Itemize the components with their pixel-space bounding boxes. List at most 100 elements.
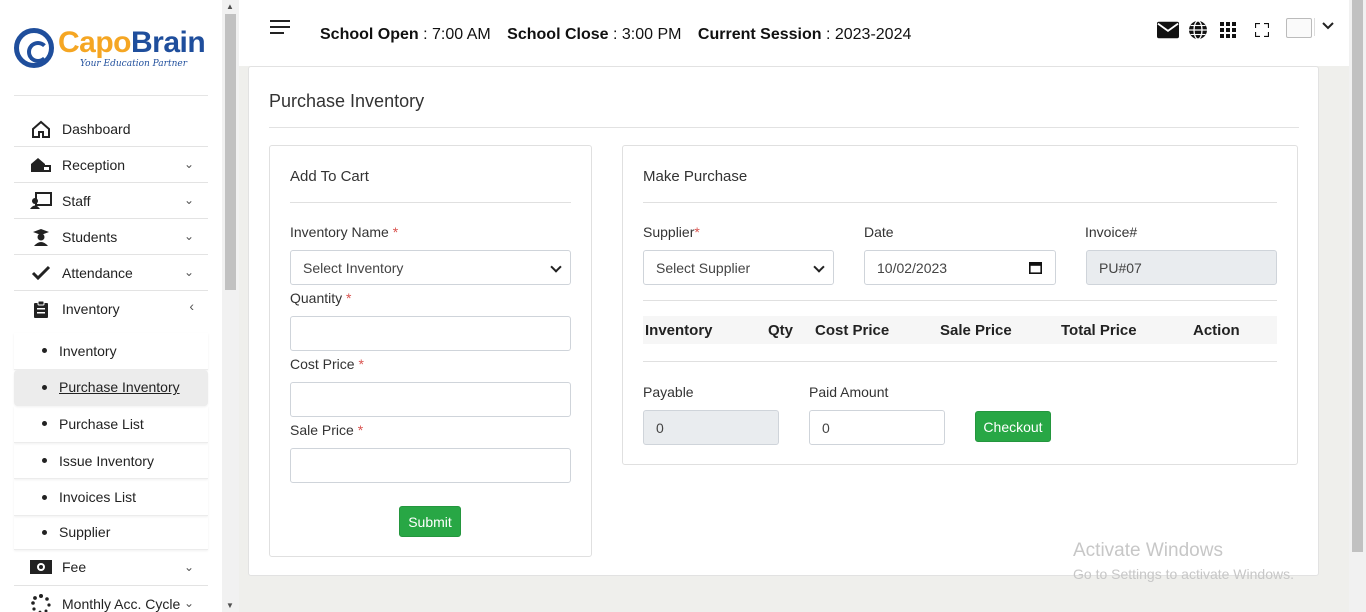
supplier-select[interactable]: Select Supplier bbox=[643, 250, 834, 285]
sale-price-label: Sale Price * bbox=[290, 422, 363, 438]
submenu-label: Purchase Inventory bbox=[59, 379, 180, 396]
label-text: Inventory Name bbox=[290, 224, 389, 240]
required-mark: * bbox=[346, 290, 352, 306]
logo-text-brain: Brain bbox=[131, 26, 206, 59]
sidebar-item-fee[interactable]: Fee ⌄ bbox=[14, 550, 208, 586]
sidebar-item-reception[interactable]: Reception ⌄ bbox=[14, 147, 208, 183]
invoice-label: Invoice# bbox=[1085, 224, 1138, 240]
logo-text-capo: Capo bbox=[58, 26, 132, 59]
bullet bbox=[42, 529, 47, 535]
checkout-button[interactable]: Checkout bbox=[975, 411, 1051, 442]
submenu-label: Issue Inventory bbox=[59, 452, 154, 469]
sidebar-item-label: Staff bbox=[62, 192, 91, 209]
scrollbar-thumb[interactable] bbox=[225, 14, 236, 290]
bullet bbox=[42, 494, 47, 500]
submenu-label: Invoices List bbox=[59, 489, 137, 506]
sidebar-item-dashboard[interactable]: Dashboard bbox=[14, 111, 208, 147]
label-text: Supplier bbox=[643, 224, 695, 240]
staff-icon bbox=[30, 191, 52, 210]
school-info: School Open : 7:00 AM School Close : 3:0… bbox=[320, 26, 911, 44]
scroll-up-arrow-icon[interactable]: ▲ bbox=[226, 2, 234, 11]
cost-price-label: Cost Price * bbox=[290, 356, 364, 372]
invoice-input[interactable]: PU#07 bbox=[1086, 250, 1277, 285]
sidebar-scrollbar[interactable]: ▲ ▼ bbox=[222, 0, 239, 612]
column-header: Qty bbox=[768, 321, 794, 339]
submenu-label: Supplier bbox=[59, 524, 111, 541]
clipboard-icon bbox=[30, 300, 52, 318]
chevron-down-icon[interactable] bbox=[1322, 18, 1334, 34]
top-bar: School Open : 7:00 AM School Close : 3:0… bbox=[239, 0, 1349, 66]
sidebar: CapoBrain Your Education Partner Dashboa… bbox=[0, 0, 222, 612]
chevron-down-icon: ⌄ bbox=[183, 157, 194, 171]
select-value: Select Supplier bbox=[656, 259, 751, 276]
cost-price-input[interactable] bbox=[290, 382, 571, 417]
column-header: Sale Price bbox=[940, 321, 1012, 339]
paid-amount-input[interactable]: 0 bbox=[809, 410, 945, 445]
submenu-invoices-list[interactable]: Invoices List bbox=[14, 479, 208, 516]
check-icon bbox=[30, 264, 52, 282]
money-icon bbox=[30, 558, 52, 576]
sidebar-item-attendance[interactable]: Attendance ⌄ bbox=[14, 255, 208, 291]
chevron-down-icon: ⌄ bbox=[183, 193, 194, 207]
scrollbar-thumb[interactable] bbox=[1352, 0, 1363, 552]
apps-grid-icon[interactable] bbox=[1217, 20, 1239, 40]
submenu-purchase-list[interactable]: Purchase List bbox=[14, 406, 208, 443]
submit-button[interactable]: Submit bbox=[399, 506, 461, 537]
paid-amount-label: Paid Amount bbox=[809, 384, 889, 400]
submenu-inventory[interactable]: Inventory bbox=[14, 333, 208, 370]
activate-windows-title: Activate Windows bbox=[1073, 540, 1223, 561]
inventory-name-label: Inventory Name * bbox=[290, 224, 398, 240]
quantity-input[interactable] bbox=[290, 316, 571, 351]
session-label: Current Session bbox=[697, 26, 822, 43]
sidebar-item-students[interactable]: Students ⌄ bbox=[14, 219, 208, 255]
panel-title: Add To Cart bbox=[290, 168, 369, 185]
sidebar-item-staff[interactable]: Staff ⌄ bbox=[14, 183, 208, 219]
required-mark: * bbox=[358, 356, 364, 372]
date-input[interactable]: 10/02/2023 bbox=[864, 250, 1056, 285]
cart-table-header: Inventory Qty Cost Price Sale Price Tota… bbox=[643, 316, 1277, 344]
label-text: Quantity bbox=[290, 290, 343, 306]
user-avatar[interactable] bbox=[1286, 18, 1312, 38]
submenu-supplier[interactable]: Supplier bbox=[14, 516, 208, 550]
submenu-purchase-inventory[interactable]: Purchase Inventory bbox=[14, 369, 208, 407]
sidebar-item-label: Attendance bbox=[62, 264, 133, 281]
school-open-value: : 7:00 AM bbox=[423, 26, 491, 43]
chevron-down-icon: ⌄ bbox=[183, 229, 194, 243]
page-scrollbar[interactable] bbox=[1349, 0, 1366, 612]
sale-price-input[interactable] bbox=[290, 448, 571, 483]
sidebar-divider bbox=[14, 95, 208, 96]
sidebar-item-label: Dashboard bbox=[62, 120, 131, 137]
required-mark: * bbox=[392, 224, 399, 240]
envelope-icon[interactable] bbox=[1157, 20, 1179, 40]
column-header: Action bbox=[1193, 321, 1240, 339]
inventory-select[interactable]: Select Inventory bbox=[290, 250, 571, 285]
purchase-inventory-card: Purchase Inventory Add To Cart Inventory… bbox=[248, 66, 1319, 576]
submenu-label: Purchase List bbox=[59, 415, 144, 432]
reception-icon bbox=[30, 156, 52, 174]
sidebar-item-monthly-acc-cycle[interactable]: Monthly Acc. Cycle ⌄ bbox=[14, 586, 208, 612]
capobrain-logo[interactable]: CapoBrain Your Education Partner bbox=[14, 26, 214, 82]
submenu-issue-inventory[interactable]: Issue Inventory bbox=[14, 443, 208, 480]
quantity-label: Quantity * bbox=[290, 290, 351, 306]
payable-input[interactable]: 0 bbox=[643, 410, 779, 445]
date-value: 10/02/2023 bbox=[877, 259, 948, 276]
select-value: Select Inventory bbox=[303, 259, 404, 276]
hamburger-menu-icon[interactable] bbox=[270, 20, 290, 36]
chevron-down-icon: ⌄ bbox=[183, 265, 194, 279]
topbar-icons bbox=[1157, 20, 1273, 40]
required-mark: * bbox=[694, 224, 700, 240]
panel-title: Make Purchase bbox=[643, 168, 748, 185]
bullet bbox=[42, 384, 47, 390]
school-open-label: School Open bbox=[320, 26, 419, 43]
calendar-icon[interactable] bbox=[1029, 261, 1042, 277]
school-close-label: School Close bbox=[507, 26, 609, 43]
chevron-down-icon: ⌄ bbox=[183, 559, 194, 574]
sidebar-item-label: Monthly Acc. Cycle bbox=[62, 595, 181, 612]
required-mark: * bbox=[357, 422, 364, 438]
scroll-down-arrow-icon[interactable]: ▼ bbox=[226, 601, 234, 610]
sidebar-item-inventory[interactable]: Inventory ‹ bbox=[14, 291, 208, 327]
globe-icon[interactable] bbox=[1187, 20, 1209, 40]
date-label: Date bbox=[864, 224, 894, 240]
divider bbox=[269, 127, 1299, 128]
fullscreen-icon[interactable] bbox=[1251, 20, 1273, 40]
